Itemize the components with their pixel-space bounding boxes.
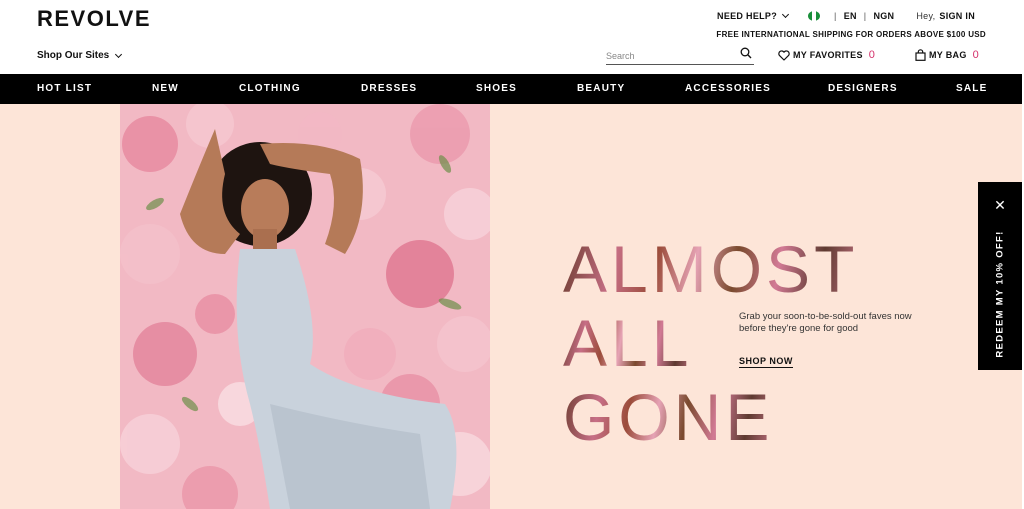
divider: | xyxy=(863,11,867,21)
redeem-offer-tab[interactable]: ✕ REDEEM MY 10% OFF! xyxy=(978,182,1022,370)
site-header: REVOLVE Shop Our Sites NEED HELP? | EN |… xyxy=(0,0,1024,74)
hero-banner[interactable]: ALMOST ALL GONE Grab your soon-to-be-sol… xyxy=(0,104,1022,509)
my-bag-label: MY BAG xyxy=(929,50,967,60)
shop-our-sites-label: Shop Our Sites xyxy=(37,50,110,61)
redeem-offer-label: REDEEM MY 10% OFF! xyxy=(994,230,1006,358)
nav-item-sale[interactable]: SALE xyxy=(956,83,987,94)
hero-blurb: Grab your soon-to-be-sold-out faves now … xyxy=(739,311,912,334)
need-help-label: NEED HELP? xyxy=(717,11,778,21)
headline-line-3: GONE xyxy=(563,380,774,454)
my-favorites-label: MY FAVORITES xyxy=(793,50,863,60)
nav-item-new[interactable]: NEW xyxy=(152,83,179,94)
search-icon[interactable] xyxy=(740,47,752,59)
revolve-logo[interactable]: REVOLVE xyxy=(37,6,151,32)
hero-image[interactable] xyxy=(120,104,490,509)
bag-icon xyxy=(915,49,926,61)
headline-line-1: ALMOST xyxy=(563,232,859,306)
sign-in-link[interactable]: SIGN IN xyxy=(939,11,975,21)
utility-bar: NEED HELP? | EN | NGN Hey, SIGN IN xyxy=(717,10,975,21)
nav-item-dresses[interactable]: DRESSES xyxy=(361,83,417,94)
chevron-down-icon xyxy=(782,10,790,19)
favorites-count: 0 xyxy=(868,49,876,61)
my-bag-link[interactable]: MY BAG 0 xyxy=(915,49,979,61)
shop-now-link[interactable]: SHOP NOW xyxy=(739,356,793,368)
currency-selector[interactable]: NGN xyxy=(873,11,894,21)
nav-item-designers[interactable]: DESIGNERS xyxy=(828,83,898,94)
nigeria-flag-icon[interactable] xyxy=(808,11,821,21)
model-in-flowers-image xyxy=(120,104,490,509)
shop-our-sites-dropdown[interactable]: Shop Our Sites xyxy=(37,50,123,61)
heart-icon xyxy=(778,49,790,61)
nav-item-beauty[interactable]: BEAUTY xyxy=(577,83,625,94)
headline-line-2: ALL xyxy=(563,306,693,380)
language-selector[interactable]: EN xyxy=(844,11,857,21)
divider: | xyxy=(834,11,837,21)
need-help-dropdown[interactable]: NEED HELP? xyxy=(717,10,790,21)
search-bar xyxy=(606,46,754,65)
greeting-text: Hey, xyxy=(916,11,936,21)
nav-item-accessories[interactable]: ACCESSORIES xyxy=(685,83,771,94)
bag-count: 0 xyxy=(972,49,980,61)
shipping-banner: FREE INTERNATIONAL SHIPPING FOR ORDERS A… xyxy=(716,30,986,39)
chevron-down-icon xyxy=(115,50,123,58)
main-nav: HOT LIST NEW CLOTHING DRESSES SHOES BEAU… xyxy=(0,74,1022,104)
nav-item-clothing[interactable]: CLOTHING xyxy=(239,83,301,94)
search-input[interactable] xyxy=(606,47,731,61)
my-favorites-link[interactable]: MY FAVORITES 0 xyxy=(778,49,875,61)
close-icon[interactable]: ✕ xyxy=(978,198,1022,212)
nav-item-shoes[interactable]: SHOES xyxy=(476,83,517,94)
nav-item-hot-list[interactable]: HOT LIST xyxy=(37,83,92,94)
